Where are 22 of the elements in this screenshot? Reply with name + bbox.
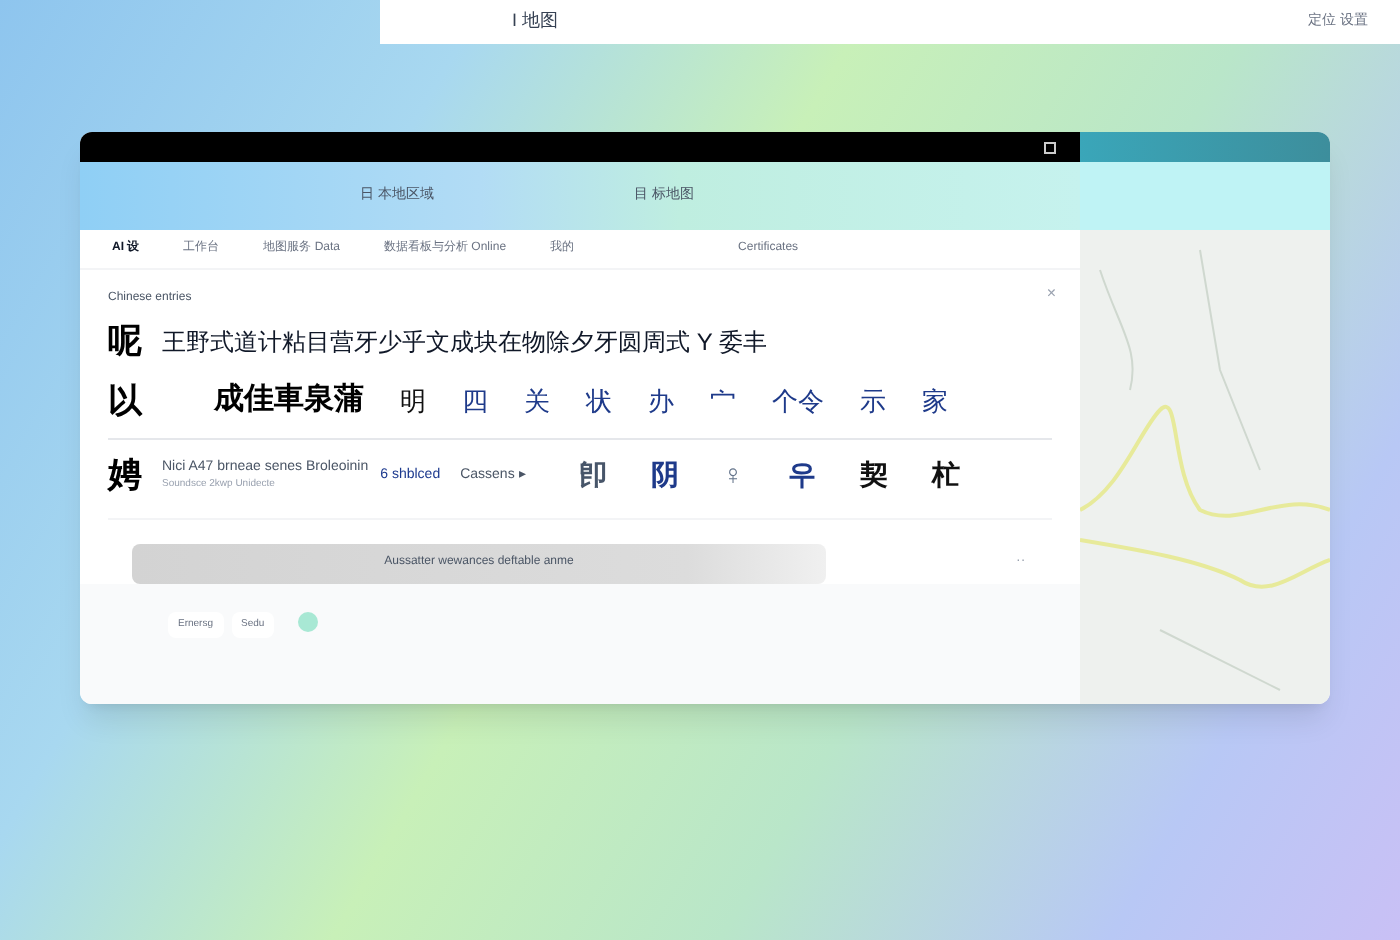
character-glyph[interactable]: 杧 xyxy=(931,454,960,497)
character-glyph[interactable]: 宀 xyxy=(710,381,736,420)
entry-text: 王野式道计粘目营牙少乎文成块在物除夕牙圆周式 Y 委丰 xyxy=(162,325,767,360)
character-glyph[interactable]: 示 xyxy=(860,381,886,420)
entry-character: 呢 xyxy=(108,320,142,364)
character-glyph[interactable]: 契 xyxy=(859,454,888,497)
character-glyph[interactable]: 우 xyxy=(787,454,816,497)
character-glyph[interactable]: 个令 xyxy=(772,381,824,420)
window-icon[interactable] xyxy=(1044,141,1056,153)
character-glyph[interactable]: 四 xyxy=(462,381,488,420)
character-glyph[interactable]: 明 xyxy=(400,381,426,420)
character-glyph[interactable]: ♀ xyxy=(722,454,744,497)
character-glyph[interactable]: 家 xyxy=(922,381,948,420)
entry-character: 娉 xyxy=(108,454,142,498)
entry-word: 成佳車泉蒲 xyxy=(214,380,364,420)
character-glyph[interactable]: 办 xyxy=(648,381,674,420)
app-title: I 地图 xyxy=(512,8,559,35)
character-glyph[interactable]: 状 xyxy=(586,381,612,420)
character-glyph[interactable]: 关 xyxy=(524,381,550,420)
character-glyph[interactable]: 阴 xyxy=(650,454,679,497)
character-glyph[interactable]: 卽 xyxy=(578,454,607,497)
entry-character: 以 xyxy=(108,379,142,423)
